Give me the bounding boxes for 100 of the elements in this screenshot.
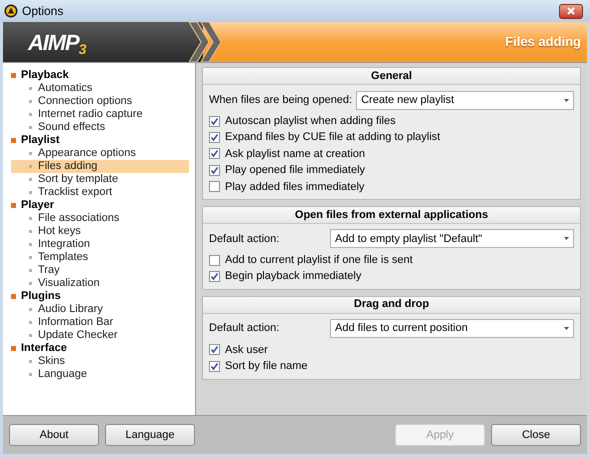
tree-item-label: Audio Library [38,303,103,316]
tree-item-label: Appearance options [38,147,136,160]
tree-item[interactable]: Templates [11,251,189,264]
caret-icon [564,237,569,240]
page-title: Files adding [505,33,582,52]
checkbox-label: Play added files immediately [225,180,364,195]
tree-category[interactable]: Player [21,199,54,212]
item-bullet-icon [29,282,32,285]
logo-text: AIMP [28,28,79,56]
checkbox-label: Autoscan playlist when adding files [225,114,396,129]
tree-item[interactable]: Integration [11,238,189,251]
tree-item-label: Hot keys [38,225,81,238]
tree-item[interactable]: Automatics [11,82,189,95]
item-bullet-icon [29,152,32,155]
tree-item[interactable]: Language [11,368,189,381]
item-bullet-icon [29,321,32,324]
item-bullet-icon [29,87,32,90]
item-bullet-icon [29,269,32,272]
logo-version: 3 [78,40,86,58]
tree-item[interactable]: Update Checker [11,329,189,342]
tree-item[interactable]: Appearance options [11,147,189,160]
tree-item[interactable]: Audio Library [11,303,189,316]
tree-category[interactable]: Playback [21,69,69,82]
category-bullet-icon [11,294,16,299]
tree-category[interactable]: Playlist [21,134,60,147]
tree-item[interactable]: Files adding [11,160,189,173]
checkbox[interactable] [209,344,220,356]
tree-item[interactable]: Tracklist export [11,186,189,199]
checkbox-label: Ask user [225,342,268,358]
group-header: Open files from external applications [203,206,580,224]
tree-item-label: Integration [38,238,90,251]
checkbox[interactable] [209,148,220,160]
item-bullet-icon [29,113,32,116]
checkbox[interactable] [209,360,220,372]
tree-item-label: Internet radio capture [38,108,143,121]
tree-item[interactable]: Internet radio capture [11,108,189,121]
tree-item-label: Tracklist export [38,186,112,199]
tree-category[interactable]: Interface [21,342,67,355]
tree-item-label: Sound effects [38,121,106,134]
dropdown[interactable]: Add to empty playlist "Default" [330,229,574,248]
tree-category[interactable]: Plugins [21,290,61,303]
tree-item[interactable]: Sound effects [11,121,189,134]
item-bullet-icon [29,165,32,168]
checkbox[interactable] [209,116,220,127]
field-label: Default action: [209,232,280,247]
item-bullet-icon [29,334,32,337]
category-bullet-icon [11,73,16,78]
item-bullet-icon [29,373,32,376]
checkbox-label: Expand files by CUE file at adding to playlist [225,130,440,146]
category-bullet-icon [11,346,16,351]
window-title: Options [22,3,64,20]
caret-icon [564,327,569,330]
field-label: Default action: [209,321,280,336]
close-button[interactable] [559,4,583,18]
field-label: When files are being opened: [209,92,354,108]
tree-item-label: Sort by template [38,173,118,186]
tree-item[interactable]: Hot keys [11,225,189,238]
tree-item-label: Connection options [38,95,132,108]
close-icon [567,7,575,15]
checkbox[interactable] [209,132,220,144]
checkbox[interactable] [209,271,220,282]
dropdown-value: Create new playlist [361,92,456,108]
dialog-button[interactable]: Close [491,424,581,446]
tree-item[interactable]: Connection options [11,95,189,108]
tree-item-label: Templates [38,251,88,264]
tree-item[interactable]: File associations [11,212,189,225]
checkbox-label: Ask playlist name at creation [225,146,366,162]
category-bullet-icon [11,138,16,143]
tree-item[interactable]: Tray [11,264,189,277]
checkbox-label: Sort by file name [225,359,308,374]
checkbox[interactable] [209,181,220,192]
item-bullet-icon [29,217,32,220]
item-bullet-icon [29,230,32,233]
dropdown-value: Add files to current position [335,321,469,336]
group-header: Drag and drop [203,296,580,314]
tree-item-label: Tray [38,264,60,277]
dropdown[interactable]: Add files to current position [330,319,574,338]
tree-item-label: Files adding [38,160,98,173]
item-bullet-icon [29,191,32,194]
tree-item-label: Language [38,368,87,381]
checkbox[interactable] [209,254,220,266]
item-bullet-icon [29,308,32,311]
item-bullet-icon [29,360,32,363]
checkbox-label: Play opened file immediately [225,163,366,178]
dialog-button[interactable]: About [9,424,99,446]
item-bullet-icon [29,243,32,246]
tree-item[interactable]: Information Bar [11,316,189,329]
app-icon [4,4,18,18]
tree-item[interactable]: Visualization [11,277,189,290]
dialog-button[interactable]: Language [105,424,195,446]
dropdown-value: Add to empty playlist "Default" [335,232,484,247]
checkbox-label: Add to current playlist if one file is sent [225,252,413,268]
dropdown[interactable]: Create new playlist [356,90,574,110]
checkbox[interactable] [209,164,220,176]
tree-item[interactable]: Sort by template [11,173,189,186]
item-bullet-icon [29,256,32,259]
tree-item-label: Automatics [38,82,92,95]
tree-item[interactable]: Skins [11,355,189,368]
tree-item-label: Skins [38,355,65,368]
item-bullet-icon [29,126,32,129]
